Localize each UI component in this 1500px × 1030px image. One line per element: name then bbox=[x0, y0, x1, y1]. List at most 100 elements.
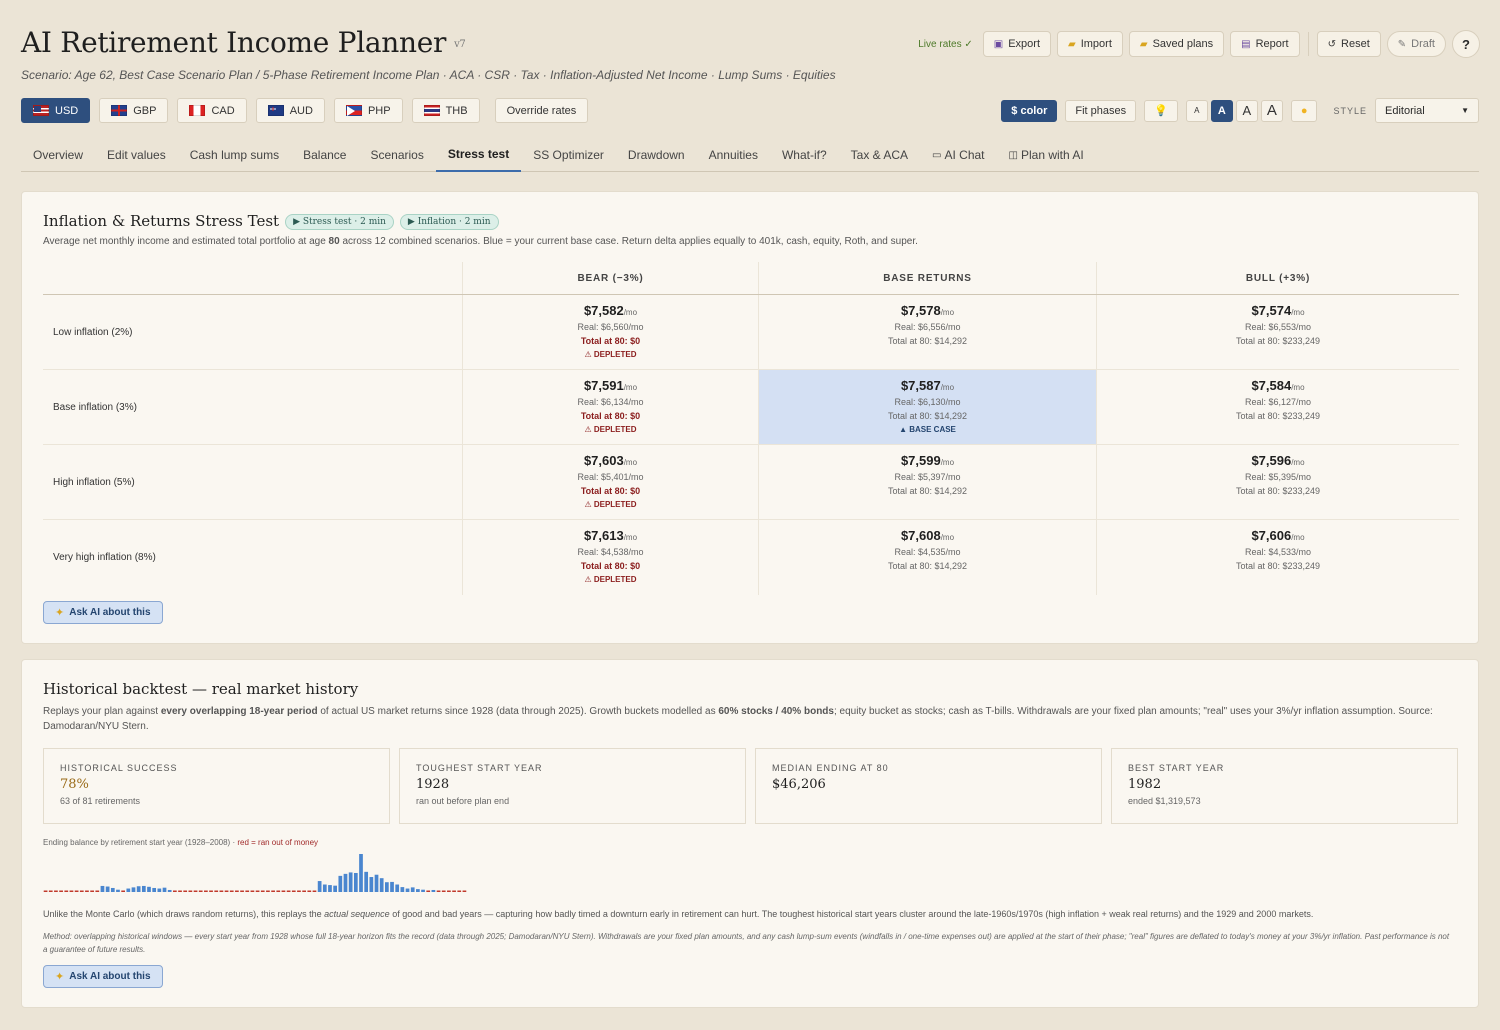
tab-plan-with-ai[interactable]: ◫ Plan with AI bbox=[997, 138, 1096, 172]
histogram-bar-depleted bbox=[121, 890, 125, 892]
stress-test-grid: BEAR (−3%) BASE RETURNS BULL (+3%) Low i… bbox=[43, 262, 1459, 595]
histogram-bar bbox=[126, 888, 131, 892]
histogram-bar bbox=[431, 889, 436, 892]
saved-plans-button[interactable]: ▰ Saved plans bbox=[1128, 31, 1225, 57]
nominal-income: $7,608/mo bbox=[900, 528, 955, 543]
ask-ai-button[interactable]: ✦ Ask AI about this bbox=[43, 965, 163, 988]
depleted-badge: ⚠ DEPLETED bbox=[584, 425, 637, 434]
tab-cash-lump-sums[interactable]: Cash lump sums bbox=[178, 138, 291, 172]
scenario-cell: $7,596/mo Real: $5,395/mo Total at 80: $23… bbox=[1096, 445, 1459, 519]
histogram-bar-depleted bbox=[188, 890, 193, 892]
histogram-bar bbox=[421, 889, 425, 892]
real-income: Real: $4,538/mo bbox=[577, 547, 644, 557]
nominal-income: $7,584/mo bbox=[1251, 378, 1305, 393]
help-button[interactable]: ? bbox=[1452, 30, 1480, 58]
nominal-income: $7,578/mo bbox=[900, 303, 955, 318]
stress-test-title: Inflation & Returns Stress Test ▶ Stress … bbox=[43, 212, 499, 230]
tab-what-if[interactable]: What-if? bbox=[770, 138, 839, 172]
tab-tax-aca[interactable]: Tax & ACA bbox=[839, 138, 920, 172]
currency-usd[interactable]: USD bbox=[21, 98, 91, 123]
scenario-cell: $7,608/mo Real: $4,535/mo Total at 80: $14… bbox=[758, 520, 1096, 595]
font-size-l[interactable]: A bbox=[1260, 99, 1283, 122]
total-at-80: Total at 80: $14,292 bbox=[887, 561, 968, 571]
currency-gbp[interactable]: GBP bbox=[99, 98, 169, 123]
real-income: Real: $6,127/mo bbox=[1244, 397, 1312, 407]
tab-edit-values[interactable]: Edit values bbox=[95, 138, 178, 172]
tab-ss-optimizer[interactable]: SS Optimizer bbox=[521, 138, 616, 172]
tab-stress-test[interactable]: Stress test bbox=[435, 138, 522, 172]
total-at-80: Total at 80: $233,249 bbox=[1235, 336, 1321, 346]
histogram-bar bbox=[395, 884, 400, 892]
backtest-title: Historical backtest — real market histor… bbox=[43, 680, 359, 698]
tab-ai-chat[interactable]: ▭ AI Chat bbox=[920, 138, 996, 172]
font-size-xs[interactable]: A bbox=[1185, 99, 1208, 122]
histogram-bar bbox=[141, 885, 146, 892]
histogram-bar bbox=[369, 877, 374, 892]
ask-ai-button[interactable]: ✦ Ask AI about this bbox=[43, 601, 163, 624]
backtest-note: Unlike the Monte Carlo (which draws rand… bbox=[43, 909, 1314, 919]
folder-open-icon: ▰ bbox=[1139, 38, 1148, 50]
nominal-income: $7,599/mo bbox=[900, 453, 955, 468]
tab-drawdown[interactable]: Drawdown bbox=[616, 138, 697, 172]
real-income: Real: $6,553/mo bbox=[1244, 322, 1312, 332]
histogram-bar-depleted bbox=[178, 890, 182, 892]
tab-overview[interactable]: Overview bbox=[21, 138, 95, 172]
histogram-bar bbox=[379, 878, 384, 892]
style-select[interactable]: Editorial ▼ bbox=[1375, 98, 1479, 123]
real-income: Real: $6,560/mo bbox=[577, 322, 644, 332]
currency-php[interactable]: PHP bbox=[333, 98, 403, 123]
histogram-bar-depleted bbox=[276, 890, 281, 892]
sun-icon[interactable]: ● bbox=[1290, 99, 1318, 122]
row-label: Very high inflation (8%) bbox=[53, 552, 156, 563]
inflation-video-chip[interactable]: ▶ Inflation · 2 min bbox=[399, 214, 499, 230]
reset-button[interactable]: ↺ Reset bbox=[1316, 31, 1381, 57]
import-button[interactable]: ▰ Import bbox=[1057, 31, 1123, 57]
fit-phases-button[interactable]: Fit phases bbox=[1065, 99, 1137, 122]
histogram-bar-depleted bbox=[48, 890, 53, 892]
grid-row: Low inflation (2%) $7,582/mo Real: $6,560/… bbox=[43, 295, 1459, 370]
total-at-80: Total at 80: $14,292 bbox=[887, 486, 968, 496]
override-rates-button[interactable]: Override rates bbox=[494, 98, 589, 123]
scenario-cell: $7,574/mo Real: $6,553/mo Total at 80: $23… bbox=[1096, 295, 1459, 369]
row-label: Base inflation (3%) bbox=[53, 401, 137, 413]
histogram-bar-depleted bbox=[235, 890, 239, 892]
currency-cad[interactable]: CAD bbox=[177, 98, 247, 123]
histogram-bar-depleted bbox=[452, 890, 456, 892]
historical-backtest-card: Historical backtest — real market histor… bbox=[21, 659, 1479, 1008]
stress-test-video-chip[interactable]: ▶ Stress test · 2 min bbox=[285, 214, 394, 230]
depleted-badge: ⚠ DEPLETED bbox=[584, 500, 637, 509]
histogram-bar bbox=[167, 889, 172, 892]
lightbulb-icon[interactable]: 💡 bbox=[1144, 99, 1178, 122]
histogram-bar-depleted bbox=[172, 890, 177, 892]
font-size-s[interactable]: A bbox=[1210, 99, 1233, 122]
color-toggle[interactable]: $ color bbox=[1001, 99, 1058, 122]
histogram-bar-depleted bbox=[297, 890, 301, 892]
report-button[interactable]: ▤ Report bbox=[1230, 31, 1300, 57]
histogram-bar bbox=[374, 874, 379, 892]
live-rates-status: Live rates ✓ bbox=[918, 38, 973, 50]
histogram-bar-depleted bbox=[426, 890, 431, 892]
draft-button[interactable]: ✎ Draft bbox=[1386, 31, 1446, 57]
real-income: Real: $4,535/mo bbox=[894, 547, 961, 557]
histogram-bar-depleted bbox=[74, 890, 79, 892]
chat-icon: ▭ bbox=[932, 149, 942, 161]
currency-thb[interactable]: THB bbox=[411, 98, 480, 123]
canada-flag-icon bbox=[189, 105, 206, 116]
tab-annuities[interactable]: Annuities bbox=[697, 138, 770, 172]
histogram-bar-depleted bbox=[307, 890, 312, 892]
total-at-80: Total at 80: $0 bbox=[580, 411, 641, 421]
export-button[interactable]: ▣ Export bbox=[982, 31, 1051, 57]
currency-aud[interactable]: AUD bbox=[255, 98, 325, 123]
histogram-bar-depleted bbox=[69, 890, 74, 892]
font-size-m[interactable]: A bbox=[1235, 99, 1258, 122]
nominal-income: $7,603/mo bbox=[583, 453, 638, 468]
histogram-label: Ending balance by retirement start year … bbox=[43, 838, 319, 847]
tab-scenarios[interactable]: Scenarios bbox=[358, 138, 435, 172]
divider bbox=[1307, 32, 1309, 56]
histogram-bar-depleted bbox=[79, 890, 84, 892]
scenario-cell: $7,603/mo Real: $5,401/mo Total at 80: $0 ⚠… bbox=[462, 445, 758, 519]
tab-balance[interactable]: Balance bbox=[291, 138, 358, 172]
total-at-80: Total at 80: $0 bbox=[580, 486, 641, 496]
real-income: Real: $5,401/mo bbox=[577, 472, 644, 482]
column-base: BASE RETURNS bbox=[758, 262, 1096, 294]
